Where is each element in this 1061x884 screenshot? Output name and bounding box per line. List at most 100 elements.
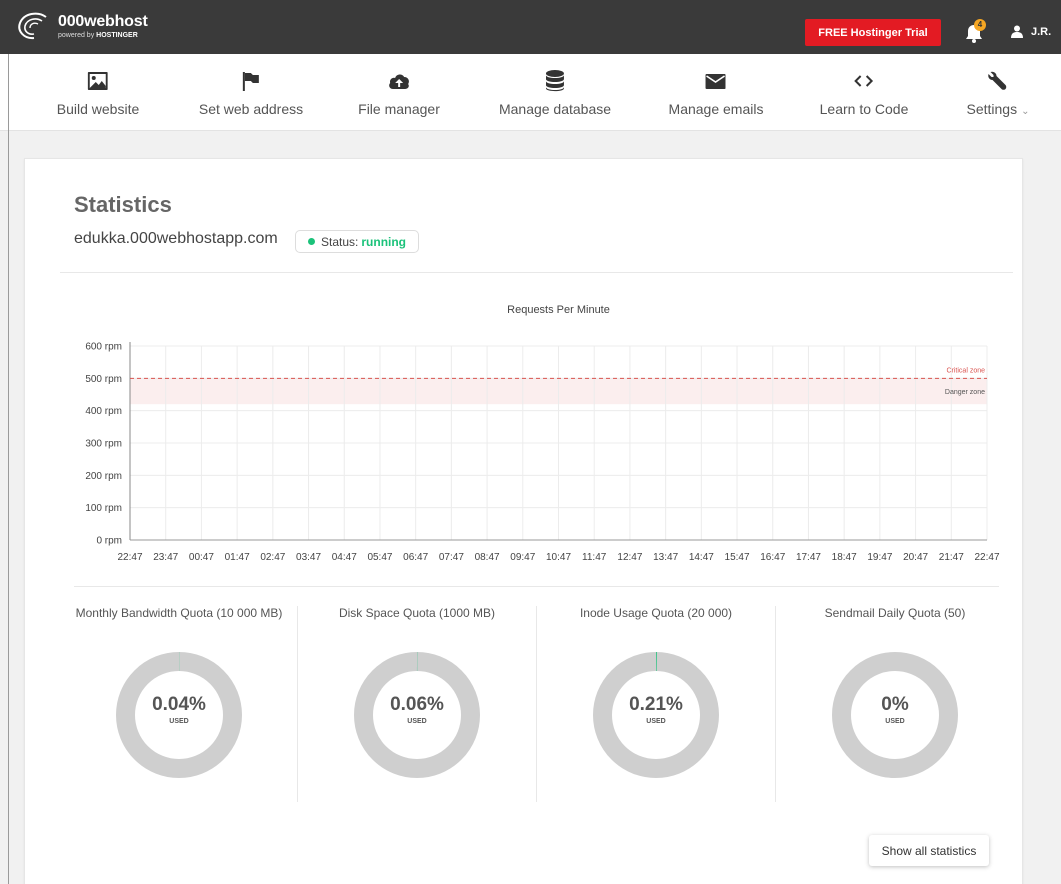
- x-tick-label: 18:47: [832, 552, 857, 563]
- logo[interactable]: 000webhost powered by HOSTINGER: [16, 11, 148, 41]
- domain-name: edukka.000webhostapp.com: [74, 230, 278, 247]
- nav-settings[interactable]: Settings ⌄: [966, 69, 1030, 117]
- quota-disk-space: Disk Space Quota (1000 MB) 0.06% USED: [298, 606, 536, 778]
- nav-label: Manage emails: [668, 101, 764, 117]
- quota-used-label: USED: [646, 718, 666, 725]
- x-tick-label: 17:47: [796, 552, 821, 563]
- quota-donut: 0% USED: [832, 652, 958, 778]
- image-icon: [88, 72, 108, 90]
- code-icon: [854, 75, 874, 87]
- y-tick-label: 600 rpm: [85, 342, 122, 353]
- chevron-down-icon: ⌄: [1021, 106, 1030, 117]
- x-tick-label: 10:47: [546, 552, 571, 563]
- nav-label: Set web address: [198, 101, 304, 117]
- nav-learn-to-code[interactable]: Learn to Code: [819, 69, 909, 117]
- x-tick-label: 23:47: [153, 552, 178, 563]
- x-tick-label: 16:47: [760, 552, 785, 563]
- y-tick-label: 400 rpm: [85, 406, 122, 417]
- danger-zone-label: Danger zone: [945, 389, 985, 396]
- y-tick-label: 500 rpm: [85, 374, 122, 385]
- quota-used-label: USED: [407, 718, 427, 725]
- user-icon: [1011, 25, 1023, 38]
- x-tick-label: 12:47: [617, 552, 642, 563]
- y-tick-label: 0 rpm: [96, 536, 122, 547]
- nav-label: Settings: [966, 101, 1018, 117]
- quota-donut: 0.06% USED: [354, 652, 480, 778]
- user-initials: J.R.: [1031, 25, 1052, 38]
- x-tick-label: 04:47: [332, 552, 357, 563]
- flag-icon: [242, 72, 259, 91]
- quota-title: Inode Usage Quota (20 000): [579, 606, 733, 620]
- logo-sub-prefix: powered by: [58, 31, 95, 39]
- x-tick-label: 20:47: [903, 552, 928, 563]
- x-tick-label: 06:47: [403, 552, 428, 563]
- top-bar: 000webhost powered by HOSTINGER FREE Hos…: [0, 0, 1061, 54]
- status-label: Status:: [321, 234, 359, 249]
- wrench-icon: [988, 71, 1007, 90]
- nav-set-web-address[interactable]: Set web address: [199, 69, 303, 117]
- x-tick-label: 03:47: [296, 552, 321, 563]
- quota-used-label: USED: [885, 718, 905, 725]
- divider: [60, 272, 1013, 273]
- nav-label: Manage database: [498, 101, 612, 117]
- user-menu[interactable]: J.R.: [1011, 25, 1051, 38]
- nav-manage-emails[interactable]: Manage emails: [668, 69, 764, 117]
- nav-file-manager[interactable]: File manager: [358, 69, 440, 117]
- x-tick-label: 09:47: [510, 552, 535, 563]
- x-tick-label: 14:47: [689, 552, 714, 563]
- x-tick-label: 05:47: [367, 552, 392, 563]
- quota-percent: 0.21%: [629, 694, 683, 715]
- page-edge-line: [8, 54, 9, 884]
- nav-label: Learn to Code: [819, 101, 909, 117]
- logo-name: 000webhost: [58, 12, 148, 30]
- y-tick-label: 200 rpm: [85, 471, 122, 482]
- cloud-upload-icon: [388, 74, 409, 89]
- page-title: Statistics: [74, 192, 172, 217]
- divider: [74, 586, 999, 587]
- quota-percent: 0.06%: [390, 694, 444, 715]
- quota-title: Monthly Bandwidth Quota (10 000 MB): [75, 606, 283, 620]
- quota-donut: 0.04% USED: [116, 652, 242, 778]
- nav-label: File manager: [358, 101, 440, 117]
- x-tick-label: 08:47: [475, 552, 500, 563]
- notification-badge: 4: [974, 19, 986, 31]
- show-all-statistics-button[interactable]: Show all statistics: [869, 835, 989, 866]
- nav-build-website[interactable]: Build website: [56, 69, 140, 117]
- envelope-icon: [706, 73, 726, 89]
- nav-manage-database[interactable]: Manage database: [499, 69, 611, 117]
- x-tick-label: 00:47: [189, 552, 214, 563]
- quota-sendmail: Sendmail Daily Quota (50) 0% USED: [776, 606, 1014, 778]
- quota-percent: 0.04%: [152, 694, 206, 715]
- status-value: running: [361, 234, 407, 249]
- free-trial-button[interactable]: FREE Hostinger Trial: [805, 19, 941, 46]
- y-tick-label: 100 rpm: [85, 503, 122, 514]
- x-tick-label: 11:47: [582, 552, 607, 563]
- requests-per-minute-chart: Requests Per Minute 0 rpm 100 rpm 200 rpm 30…: [85, 304, 1000, 563]
- quota-percent: 0%: [881, 694, 909, 715]
- quota-used-label: USED: [169, 718, 189, 725]
- chart-title: Requests Per Minute: [507, 304, 610, 316]
- x-tick-label: 01:47: [225, 552, 250, 563]
- quota-title: Disk Space Quota (1000 MB): [338, 606, 496, 620]
- y-tick-label: 300 rpm: [85, 439, 122, 450]
- x-tick-label: 19:47: [867, 552, 892, 563]
- logo-swirl-icon: [18, 12, 47, 40]
- quota-donut: 0.21% USED: [593, 652, 719, 778]
- x-tick-label: 15:47: [725, 552, 750, 563]
- x-tick-label: 21:47: [939, 552, 964, 563]
- x-tick-label: 02:47: [260, 552, 285, 563]
- quota-inode-usage: Inode Usage Quota (20 000) 0.21% USED: [537, 606, 775, 778]
- main-nav: Build website Set web address File manag…: [0, 54, 1061, 131]
- quota-title: Sendmail Daily Quota (50): [824, 606, 966, 620]
- quota-bandwidth: Monthly Bandwidth Quota (10 000 MB) 0.04…: [60, 606, 298, 778]
- status-dot: [308, 238, 315, 245]
- critical-zone-label: Critical zone: [946, 367, 985, 374]
- logo-sub-brand: HOSTINGER: [96, 31, 138, 39]
- x-tick-label: 13:47: [653, 552, 678, 563]
- x-tick-label: 22:47: [117, 552, 142, 563]
- database-icon: [546, 70, 564, 92]
- x-tick-label: 07:47: [439, 552, 464, 563]
- nav-label: Build website: [56, 101, 140, 117]
- status-badge: Status: running: [295, 230, 420, 253]
- x-tick-label: 22:47: [974, 552, 999, 563]
